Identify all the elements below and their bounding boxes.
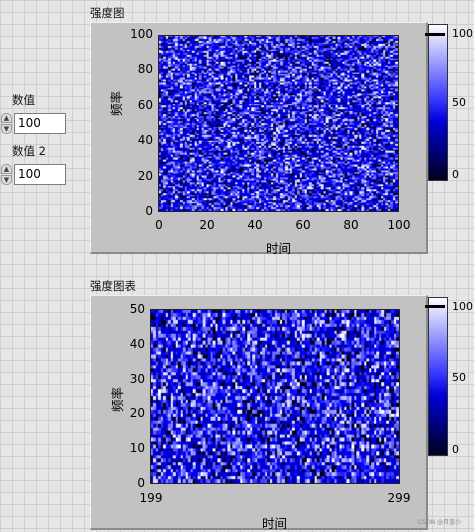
increment-decrement-control[interactable]: ▲ ▼ bbox=[1, 113, 13, 135]
increment-decrement-control[interactable]: ▲ ▼ bbox=[1, 164, 13, 186]
graph2-title: 强度图表 bbox=[90, 279, 136, 293]
watermark: CSDN @月蓝小 bbox=[418, 519, 462, 526]
graph1-color-ramp[interactable] bbox=[428, 24, 448, 181]
numeric-label-1: 数值 bbox=[12, 93, 35, 107]
numeric-label-2: 数值 2 bbox=[12, 144, 46, 158]
graph2-scale-tick-mid: 50 bbox=[452, 371, 466, 384]
numeric-input-1[interactable]: 100 bbox=[14, 113, 66, 134]
graph2-y-tick: 50 bbox=[129, 302, 145, 316]
graph1-x-tick: 60 bbox=[295, 218, 311, 232]
graph2-scale-marker[interactable] bbox=[425, 305, 445, 308]
increment-arrow-icon[interactable]: ▲ bbox=[1, 164, 12, 174]
graph1-x-tick: 100 bbox=[387, 218, 411, 232]
graph2-scale-tick-min: 0 bbox=[452, 443, 459, 456]
graph2-y-tick: 30 bbox=[129, 371, 145, 386]
graph1-x-tick: 40 bbox=[247, 218, 263, 232]
numeric-input-2[interactable]: 100 bbox=[14, 164, 66, 185]
graph2-scale-tick-max: 100 bbox=[452, 300, 473, 313]
graph2-y-tick: 40 bbox=[129, 336, 145, 351]
graph1-y-tick: 40 bbox=[137, 133, 153, 148]
decrement-arrow-icon[interactable]: ▼ bbox=[1, 124, 12, 134]
graph2-y-tick: 0 bbox=[137, 476, 145, 490]
graph1-x-tick: 20 bbox=[199, 218, 215, 232]
graph1-x-tick: 80 bbox=[343, 218, 359, 232]
graph1-y-tick: 0 bbox=[145, 204, 153, 218]
graph2-y-axis-title: 频率 bbox=[110, 386, 125, 412]
graph1-y-tick: 80 bbox=[137, 62, 153, 77]
graph1-y-axis-title: 频率 bbox=[109, 90, 124, 116]
graph1-y-tick: 60 bbox=[137, 97, 153, 112]
graph1-x-axis-title: 时间 bbox=[266, 241, 292, 256]
graph1-scale-tick-max: 100 bbox=[452, 27, 473, 40]
graph2-x-tick: 199 bbox=[139, 491, 163, 505]
graph2-intensity-image bbox=[151, 310, 399, 483]
graph1-x-tick: 0 bbox=[155, 218, 163, 232]
graph1-scale-tick-mid: 50 bbox=[452, 96, 466, 109]
graph1-title: 强度图 bbox=[90, 6, 125, 20]
graph2-y-tick: 20 bbox=[129, 406, 145, 421]
graph2-plot-area[interactable] bbox=[150, 309, 400, 484]
graph1-y-tick: 100 bbox=[130, 27, 153, 41]
graph2-color-ramp[interactable] bbox=[428, 297, 448, 456]
increment-arrow-icon[interactable]: ▲ bbox=[1, 113, 12, 123]
graph2-y-tick: 10 bbox=[129, 441, 145, 456]
graph1-plot-area[interactable] bbox=[158, 35, 399, 212]
graph2-x-axis-title: 时间 bbox=[262, 516, 288, 531]
graph1-scale-marker[interactable] bbox=[425, 33, 445, 36]
graph1-intensity-image bbox=[159, 36, 398, 211]
graph1-y-tick: 20 bbox=[137, 168, 153, 183]
graph1-scale-tick-min: 0 bbox=[452, 168, 459, 181]
graph2-x-tick: 299 bbox=[387, 491, 411, 505]
decrement-arrow-icon[interactable]: ▼ bbox=[1, 175, 12, 185]
